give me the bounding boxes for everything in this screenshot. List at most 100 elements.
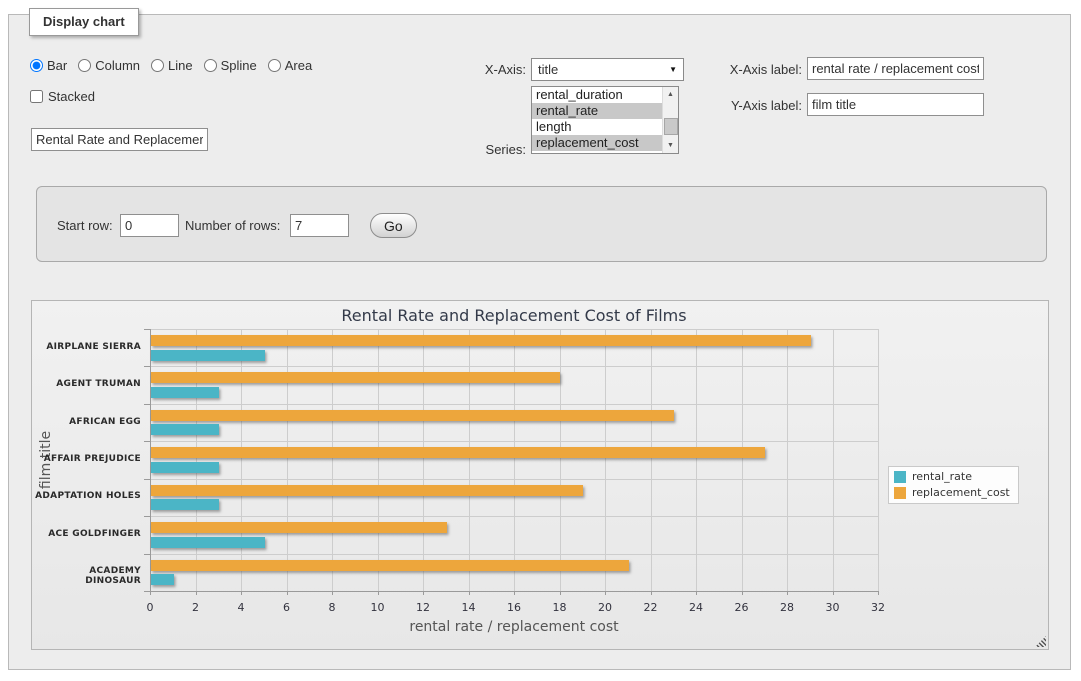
gridline-h bbox=[150, 329, 878, 330]
x-tick-label: 4 bbox=[226, 601, 256, 614]
radio-bar[interactable] bbox=[30, 59, 43, 72]
bar-replacement_cost bbox=[151, 522, 447, 533]
start-row-label: Start row: bbox=[57, 218, 119, 233]
radio-label: Bar bbox=[47, 58, 67, 73]
gridline-v bbox=[696, 329, 697, 591]
y-axis-label-input[interactable] bbox=[807, 93, 984, 116]
series-scrollbar[interactable]: ▲ ▼ bbox=[662, 87, 678, 153]
number-of-rows-label: Number of rows: bbox=[185, 218, 285, 233]
gridline-v bbox=[332, 329, 333, 591]
scroll-down-icon[interactable]: ▼ bbox=[663, 138, 678, 153]
number-of-rows-input[interactable] bbox=[290, 214, 349, 237]
x-axis-select-label: X-Axis: bbox=[386, 62, 526, 77]
y-axis-label-caption: Y-Axis label: bbox=[657, 98, 802, 113]
x-axis-select-value: title bbox=[538, 62, 558, 77]
legend-swatch bbox=[894, 487, 906, 499]
radio-area[interactable] bbox=[268, 59, 281, 72]
y-axis-line bbox=[150, 329, 151, 591]
x-axis-label-caption: X-Axis label: bbox=[657, 62, 802, 77]
scrollbar-thumb[interactable] bbox=[664, 118, 678, 135]
x-tick-label: 20 bbox=[590, 601, 620, 614]
x-tick-label: 18 bbox=[545, 601, 575, 614]
x-tick-label: 0 bbox=[135, 601, 165, 614]
gridline-v bbox=[241, 329, 242, 591]
chart-title-input[interactable] bbox=[31, 128, 208, 151]
gridline-v bbox=[833, 329, 834, 591]
x-tick-label: 32 bbox=[863, 601, 893, 614]
chart-type-option-bar[interactable]: Bar bbox=[30, 58, 67, 73]
resize-handle[interactable] bbox=[1035, 636, 1046, 647]
radio-column[interactable] bbox=[78, 59, 91, 72]
bar-rental_rate bbox=[151, 424, 219, 435]
bar-replacement_cost bbox=[151, 410, 674, 421]
x-tick-label: 30 bbox=[818, 601, 848, 614]
legend-item-replacement_cost[interactable]: replacement_cost bbox=[894, 486, 1010, 499]
legend-item-rental_rate[interactable]: rental_rate bbox=[894, 470, 1010, 483]
row-range-panel: Start row: Number of rows: Go bbox=[36, 186, 1047, 262]
go-button[interactable]: Go bbox=[370, 213, 417, 238]
bar-rental_rate bbox=[151, 350, 265, 361]
gridline-h bbox=[150, 404, 878, 405]
gridline-v bbox=[514, 329, 515, 591]
radio-spline[interactable] bbox=[204, 59, 217, 72]
gridline-v bbox=[196, 329, 197, 591]
series-select[interactable]: rental_durationrental_ratelengthreplacem… bbox=[531, 86, 679, 154]
x-axis-label-input[interactable] bbox=[807, 57, 984, 80]
gridline-v bbox=[469, 329, 470, 591]
gridline-h bbox=[150, 366, 878, 367]
gridline-v bbox=[560, 329, 561, 591]
x-tick-label: 28 bbox=[772, 601, 802, 614]
chart-type-option-spline[interactable]: Spline bbox=[204, 58, 257, 73]
x-axis-line bbox=[150, 591, 878, 592]
radio-label: Spline bbox=[221, 58, 257, 73]
bar-replacement_cost bbox=[151, 485, 583, 496]
category-label: ACE GOLDFINGER bbox=[32, 529, 141, 539]
bar-rental_rate bbox=[151, 387, 219, 398]
chart-type-option-column[interactable]: Column bbox=[78, 58, 140, 73]
bar-rental_rate bbox=[151, 462, 219, 473]
chart-type-radios: Bar Column Line Spline Area bbox=[30, 58, 312, 73]
chart-title: Rental Rate and Replacement Cost of Film… bbox=[150, 306, 878, 325]
stacked-label: Stacked bbox=[48, 89, 95, 104]
gridline-h bbox=[150, 441, 878, 442]
legend-swatch bbox=[894, 471, 906, 483]
chart-type-option-area[interactable]: Area bbox=[268, 58, 312, 73]
gridline-v bbox=[787, 329, 788, 591]
stacked-checkbox-row[interactable]: Stacked bbox=[30, 89, 95, 104]
chart-area: Rental Rate and Replacement Cost of Film… bbox=[31, 300, 1049, 650]
category-label: ADAPTATION HOLES bbox=[32, 491, 141, 501]
series-option-length[interactable]: length bbox=[532, 119, 678, 135]
gridline-v bbox=[423, 329, 424, 591]
category-label: ACADEMY DINOSAUR bbox=[32, 566, 141, 586]
x-axis-title: rental rate / replacement cost bbox=[150, 619, 878, 635]
series-select-label: Series: bbox=[386, 142, 526, 157]
chart-legend: rental_rate replacement_cost bbox=[888, 466, 1019, 504]
gridline-h bbox=[150, 554, 878, 555]
gridline-h bbox=[150, 479, 878, 480]
x-tick-label: 24 bbox=[681, 601, 711, 614]
x-tick-label: 10 bbox=[363, 601, 393, 614]
stacked-checkbox[interactable] bbox=[30, 90, 43, 103]
bar-replacement_cost bbox=[151, 560, 629, 571]
gridline-v bbox=[742, 329, 743, 591]
gridline-v bbox=[287, 329, 288, 591]
x-tick-label: 6 bbox=[272, 601, 302, 614]
panel-title: Display chart bbox=[29, 8, 139, 36]
radio-label: Line bbox=[168, 58, 193, 73]
series-option-replacement_cost[interactable]: replacement_cost bbox=[532, 135, 678, 151]
category-label: AGENT TRUMAN bbox=[32, 379, 141, 389]
bar-replacement_cost bbox=[151, 372, 560, 383]
legend-label: replacement_cost bbox=[912, 486, 1010, 499]
gridline-v bbox=[651, 329, 652, 591]
radio-line[interactable] bbox=[151, 59, 164, 72]
start-row-input[interactable] bbox=[120, 214, 179, 237]
gridline-v bbox=[378, 329, 379, 591]
bar-rental_rate bbox=[151, 537, 265, 548]
x-tick-label: 2 bbox=[181, 601, 211, 614]
display-chart-panel: Display chart BarColumnLineSplineArea St… bbox=[8, 14, 1071, 670]
x-axis-tick bbox=[878, 591, 879, 595]
chart-type-option-line[interactable]: Line bbox=[151, 58, 193, 73]
page: Display chart Bar Column Line Spline Area St… bbox=[0, 0, 1081, 681]
x-tick-label: 26 bbox=[727, 601, 757, 614]
category-label: AIRPLANE SIERRA bbox=[32, 342, 141, 352]
